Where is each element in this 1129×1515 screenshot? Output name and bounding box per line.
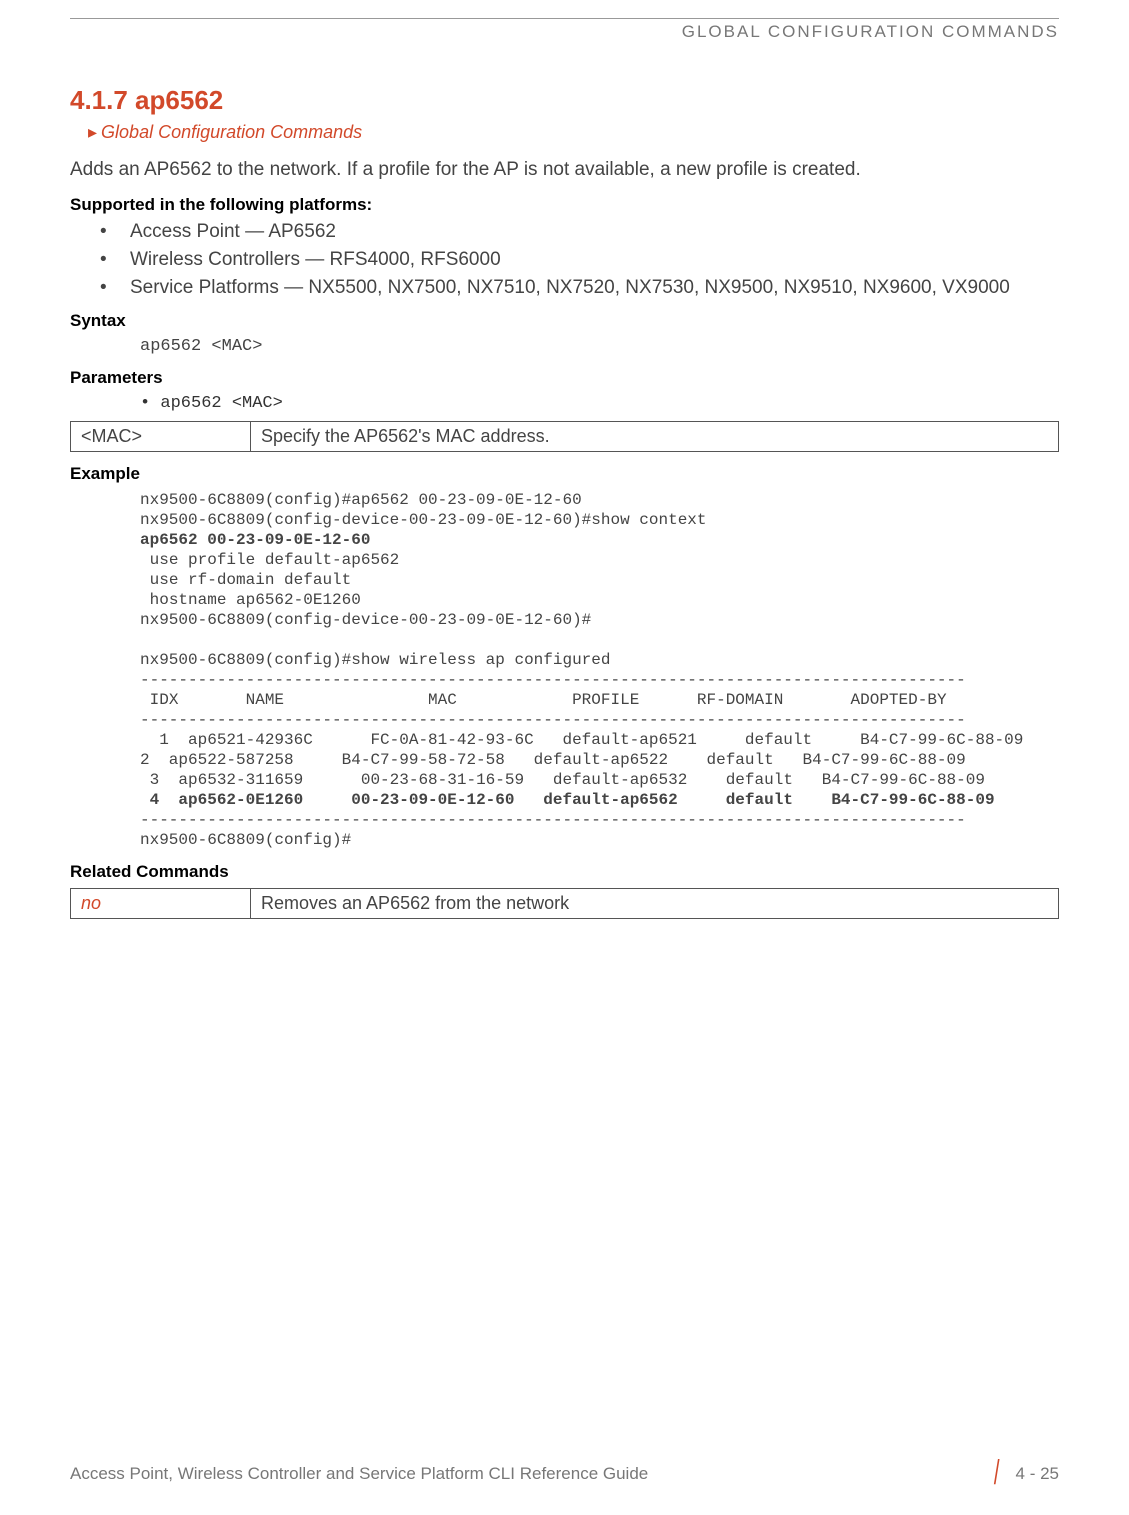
top-rule bbox=[70, 18, 1059, 19]
page-footer: Access Point, Wireless Controller and Se… bbox=[70, 1454, 1059, 1493]
supported-list: Access Point — AP6562 Wireless Controlle… bbox=[100, 221, 1059, 299]
table-row: <MAC> Specify the AP6562's MAC address. bbox=[71, 422, 1059, 452]
param-name: <MAC> bbox=[71, 422, 251, 452]
parameters-bullet: • ap6562 <MAC> bbox=[140, 394, 1059, 413]
intro-text: Adds an AP6562 to the network. If a prof… bbox=[70, 159, 1059, 181]
parameters-table: <MAC> Specify the AP6562's MAC address. bbox=[70, 421, 1059, 452]
breadcrumb[interactable]: ▸Global Configuration Commands bbox=[88, 122, 1059, 143]
related-cmd[interactable]: no bbox=[71, 889, 251, 919]
page-header-category: GLOBAL CONFIGURATION COMMANDS bbox=[682, 22, 1059, 42]
example-code: nx9500-6C8809(config)#ap6562 00-23-09-0E… bbox=[140, 490, 1059, 850]
footer-page-number: 4 - 25 bbox=[1016, 1464, 1059, 1484]
footer-slash-icon: / bbox=[994, 1454, 1000, 1493]
list-item: Wireless Controllers — RFS4000, RFS6000 bbox=[100, 249, 1059, 271]
syntax-code: ap6562 <MAC> bbox=[140, 337, 1059, 356]
syntax-heading: Syntax bbox=[70, 311, 1059, 331]
table-row: no Removes an AP6562 from the network bbox=[71, 889, 1059, 919]
related-heading: Related Commands bbox=[70, 862, 1059, 882]
param-desc: Specify the AP6562's MAC address. bbox=[251, 422, 1059, 452]
breadcrumb-arrow-icon: ▸ bbox=[88, 122, 97, 142]
page-content: 4.1.7 ap6562 ▸Global Configuration Comma… bbox=[70, 85, 1059, 927]
related-desc: Removes an AP6562 from the network bbox=[251, 889, 1059, 919]
footer-guide-title: Access Point, Wireless Controller and Se… bbox=[70, 1464, 648, 1484]
supported-heading: Supported in the following platforms: bbox=[70, 195, 1059, 215]
related-table: no Removes an AP6562 from the network bbox=[70, 888, 1059, 919]
parameters-heading: Parameters bbox=[70, 368, 1059, 388]
section-title: 4.1.7 ap6562 bbox=[70, 85, 1059, 116]
list-item: Service Platforms — NX5500, NX7500, NX75… bbox=[100, 277, 1059, 299]
example-heading: Example bbox=[70, 464, 1059, 484]
list-item: Access Point — AP6562 bbox=[100, 221, 1059, 243]
breadcrumb-text: Global Configuration Commands bbox=[101, 122, 362, 142]
